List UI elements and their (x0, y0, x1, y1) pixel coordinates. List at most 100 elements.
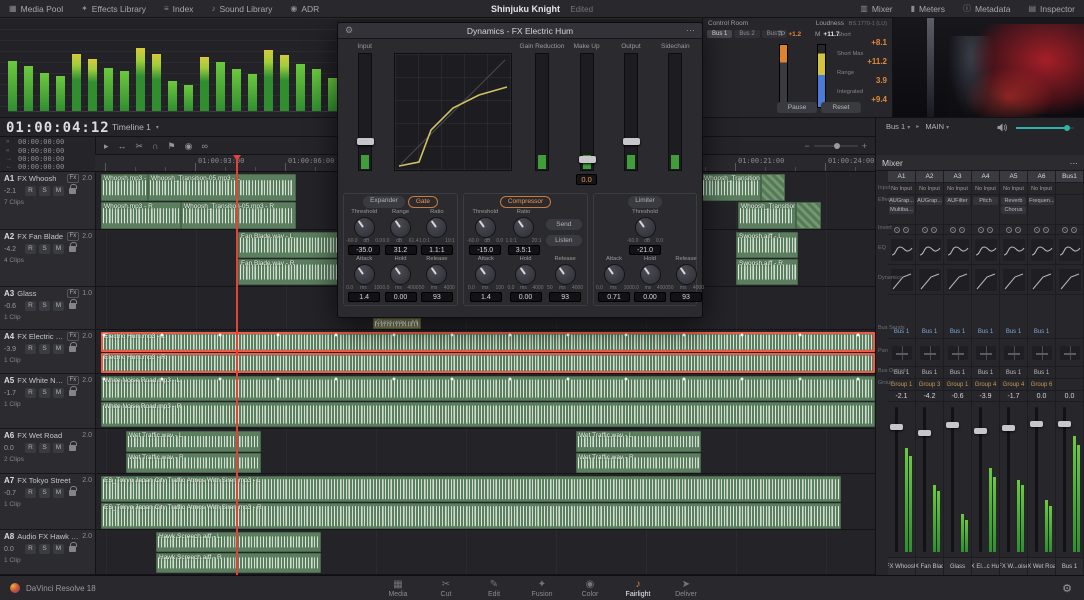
solo-button[interactable]: S (39, 244, 50, 254)
lock-icon[interactable] (69, 386, 77, 396)
release-knob[interactable] (554, 264, 576, 285)
channel-pan[interactable] (1000, 339, 1027, 367)
channel-dynamics[interactable] (1056, 265, 1083, 295)
mute-button[interactable]: M (53, 344, 64, 354)
audio-clip[interactable]: Hawk Screech.aiff - L (156, 532, 321, 552)
solo-button[interactable]: S (39, 388, 50, 398)
channel-group[interactable]: Group 6 (1028, 379, 1055, 391)
invert-icon[interactable] (903, 226, 909, 233)
channel-id[interactable]: Bus1 (1056, 171, 1083, 183)
page-edit[interactable]: ✎ Edit (470, 579, 518, 598)
track-header-a6[interactable]: A6 FX Wet Road 2.0 0.0 R S M 2 Clips (0, 429, 95, 474)
media-pool-button[interactable]: ▦ Media Pool (0, 0, 72, 18)
invert-icon[interactable] (950, 226, 956, 233)
hold-knob[interactable] (639, 264, 661, 285)
channel-input[interactable]: No Input (888, 183, 915, 195)
lock-icon[interactable] (69, 441, 77, 451)
track-header-a8[interactable]: A8 Audio FX Hawk Sc... 2.0 0.0 R S M 1 Clip (0, 530, 95, 575)
invert-icon[interactable] (922, 226, 928, 233)
channel-invert[interactable] (972, 225, 999, 235)
monitor-destination-selector[interactable]: MAIN ▾ (925, 122, 949, 131)
channel-dynamics[interactable] (1000, 265, 1027, 295)
invert-icon[interactable] (1006, 226, 1012, 233)
range-field[interactable]: → 00:00:00:00 (6, 155, 95, 163)
channel-invert[interactable] (1000, 225, 1027, 235)
channel-bus-send[interactable]: Bus 1 (972, 295, 999, 339)
knob-value[interactable]: -21.0 (629, 245, 661, 255)
channel-bus-output[interactable]: Bus 1 (972, 367, 999, 379)
channel-bus-send[interactable] (1056, 295, 1083, 339)
effect-slot[interactable]: Multiba... (889, 206, 914, 214)
monitor-source-selector[interactable]: Bus 1 ▾ (886, 122, 910, 131)
record-arm-button[interactable]: R (25, 186, 36, 196)
channel-effects[interactable] (1056, 195, 1083, 225)
project-settings-gear-icon[interactable]: ⚙ (1062, 582, 1084, 595)
audio-clip[interactable]: ES_Tokyo Japan City Traffic Atmos With S… (101, 503, 841, 529)
channel-bus-output[interactable]: Bus 1 (916, 367, 943, 379)
timeline-selector[interactable]: Timeline 1 ▾ (112, 122, 159, 132)
threshold-knob[interactable] (353, 217, 375, 238)
record-arm-button[interactable]: R (25, 344, 36, 354)
effect-slot[interactable]: AUFilter (945, 197, 970, 205)
knob-value[interactable]: -35.0 (348, 245, 381, 255)
channel-eq[interactable] (916, 235, 943, 265)
snapping-icon[interactable]: ∩ (152, 137, 158, 155)
knob-value[interactable]: 0.00 (634, 292, 666, 302)
audio-clip[interactable]: White Noise Road.mp3 - R (101, 402, 875, 427)
channel-id[interactable]: A1 (888, 171, 915, 183)
ratio-knob[interactable] (426, 217, 448, 238)
track-volume-db[interactable]: 0.0 (4, 546, 22, 553)
channel-id[interactable]: A6 (1028, 171, 1055, 183)
page-fusion[interactable]: ✦ Fusion (518, 579, 566, 598)
solo-button[interactable]: S (39, 443, 50, 453)
fader-handle[interactable] (974, 428, 987, 435)
zoom-out-icon[interactable]: − (804, 141, 809, 151)
audio-clip[interactable]: Wet Traffic.wav - L (126, 431, 261, 452)
lock-icon[interactable] (69, 242, 77, 252)
channel-dynamics[interactable] (972, 265, 999, 295)
channel-bus-output[interactable]: Bus 1 (1000, 367, 1027, 379)
track-volume-db[interactable]: 0.0 (4, 445, 22, 452)
channel-pan[interactable] (888, 339, 915, 367)
track-volume-db[interactable]: -0.7 (4, 490, 22, 497)
channel-invert[interactable] (1028, 225, 1055, 235)
range-field[interactable]: ← 00:00:00:00 (6, 163, 95, 171)
channel-name[interactable]: FX Whoosh (888, 558, 915, 575)
attack-knob[interactable] (603, 264, 625, 285)
track-fx-badge[interactable]: Fx (66, 376, 80, 385)
channel-invert[interactable] (944, 225, 971, 235)
range-selection-icon[interactable]: ↔ (118, 137, 127, 155)
knob-value[interactable]: 93 (549, 292, 582, 302)
channel-fader[interactable] (888, 402, 915, 558)
audio-clip[interactable]: Whoosh.mp3 - R (101, 202, 181, 229)
settings-gear-icon[interactable]: ⚙ (345, 25, 353, 36)
channel-fader[interactable] (944, 402, 971, 558)
channel-effects[interactable]: Pitch (972, 195, 999, 225)
reset-button[interactable]: Reset (821, 102, 861, 113)
listen-button[interactable]: Listen (545, 235, 582, 246)
channel-input[interactable] (1056, 183, 1083, 195)
davinci-logo-icon[interactable] (10, 583, 20, 593)
channel-pan[interactable] (1028, 339, 1055, 367)
adr-button[interactable]: ◉ ADR (281, 0, 328, 18)
channel-fader[interactable] (1028, 402, 1055, 558)
audio-clip[interactable]: Wet Traffic.wav - L (576, 431, 701, 452)
channel-effects[interactable]: AUFilter (944, 195, 971, 225)
knob-value[interactable]: 93 (670, 292, 702, 302)
record-arm-button[interactable]: R (25, 301, 36, 311)
channel-bus-output[interactable]: Bus 1 (944, 367, 971, 379)
track-fx-badge[interactable]: Fx (66, 174, 80, 183)
solo-button[interactable]: S (39, 488, 50, 498)
audio-clip[interactable]: Hawk Screech.aiff - R (156, 553, 321, 573)
mute-button[interactable]: M (53, 488, 64, 498)
effect-slot[interactable]: AUGrap... (917, 197, 942, 205)
hold-knob[interactable] (515, 264, 536, 285)
zoom-in-icon[interactable]: + (862, 141, 867, 151)
page-fairlight[interactable]: ♪ Fairlight (614, 579, 662, 598)
dynamics-titlebar[interactable]: ⚙ Dynamics - FX Electric Hum ⋯ (338, 23, 702, 39)
audio-clip[interactable]: Wet Traffic.wav - R (126, 453, 261, 473)
lock-icon[interactable] (69, 342, 77, 352)
channel-effects[interactable]: AUGrap... (916, 195, 943, 225)
solo-button[interactable]: S (39, 186, 50, 196)
mute-button[interactable]: M (53, 544, 64, 554)
